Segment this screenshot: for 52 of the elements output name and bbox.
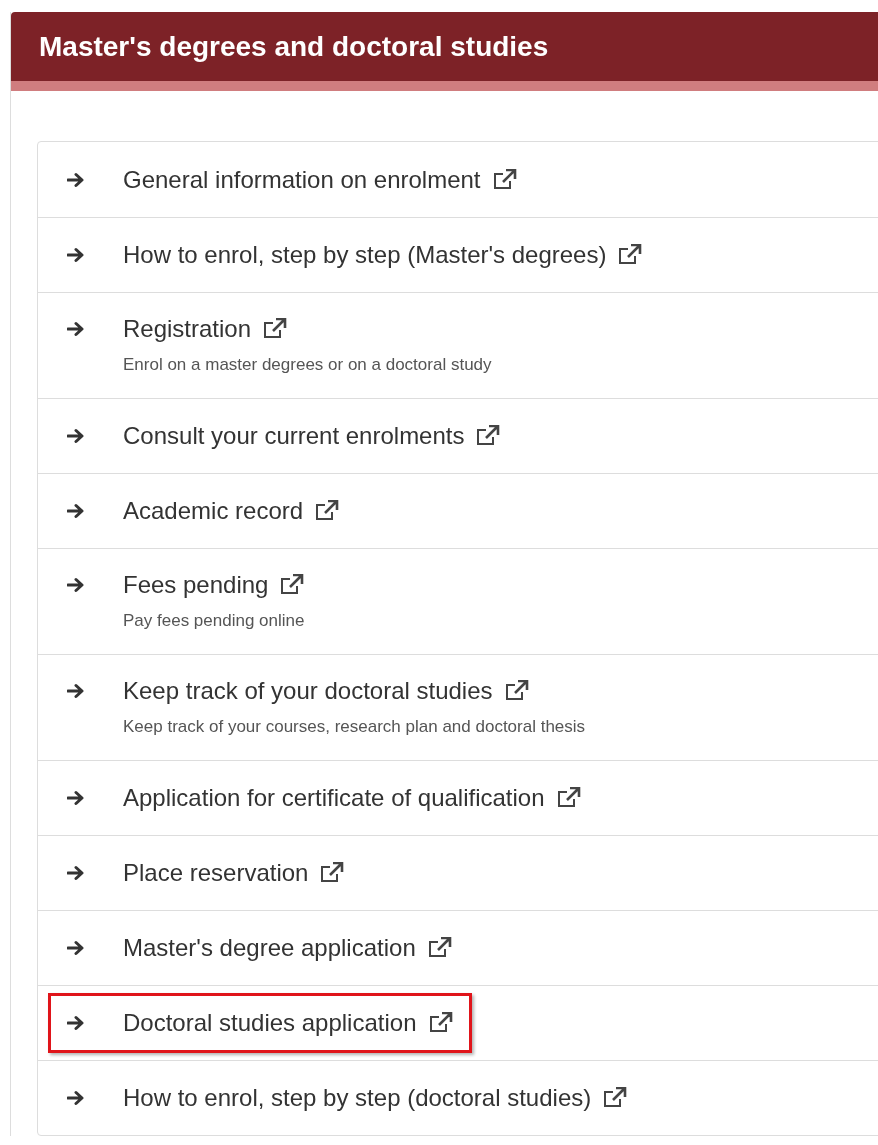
link-item[interactable]: Academic record [48,481,359,541]
arrow-right-icon [67,940,85,956]
external-link-icon [492,168,517,191]
arrow-right-icon [67,171,85,188]
external-link-icon [427,937,452,959]
link-label: Application for certificate of qualification [123,783,545,813]
link-label: Place reservation [123,858,309,888]
external-link-icon [428,1012,453,1034]
external-link-icon [263,317,288,340]
link-label: Keep track of your doctoral studies [123,675,493,706]
link-description: Enrol on a master degrees or on a doctoral study [123,353,492,376]
arrow-right-icon [67,1090,85,1106]
panel-title: Master's degrees and doctoral studies [39,29,549,64]
external-link-icon [556,787,581,809]
link-description: Keep track of your courses, research plan and doctoral thesis [123,715,586,738]
link-item[interactable]: Master's degree application [48,918,471,978]
external-link-icon [315,500,340,522]
arrow-right-icon [67,682,85,699]
link-label: Consult your current enrolments [123,421,465,451]
arrow-right-icon [67,428,85,444]
link-label: Academic record [123,496,304,526]
arrow-right-icon [67,576,85,593]
arrow-right-icon [67,503,85,519]
link-item[interactable]: General information on enrolment [48,149,536,210]
link-item[interactable]: Keep track of your doctoral studies Keep track of your courses, research plan and doctoral thesis [48,660,605,755]
link-item[interactable]: Doctoral studies application [48,993,472,1053]
link-label: How to enrol, step by step (doctoral studies) [123,1083,592,1113]
link-label: Master's degree application [123,933,416,963]
external-link-icon [603,1087,628,1109]
link-item[interactable]: Place reservation [48,843,364,903]
link-item[interactable]: Consult your current enrolments [48,406,520,466]
link-item[interactable]: Application for certificate of qualification [48,768,600,828]
external-link-icon [320,862,345,884]
external-link-icon [618,244,643,266]
link-label: General information on enrolment [123,164,481,195]
link-item[interactable]: Fees pending Pay fees pending online [48,554,324,649]
external-link-icon [280,573,305,596]
link-item[interactable]: How to enrol, step by step (doctoral studies) [48,1068,647,1128]
external-link-icon [476,425,501,447]
link-item[interactable]: Registration Enrol on a master degrees or on a doctoral study [48,298,511,393]
arrow-right-icon [67,790,85,806]
link-item[interactable]: How to enrol, step by step (Master's degrees) [48,225,662,285]
external-link-icon [504,679,529,702]
link-label: Registration [123,313,252,344]
link-description: Pay fees pending online [123,609,305,632]
link-label: Fees pending [123,569,269,600]
arrow-right-icon [67,320,85,337]
arrow-right-icon [67,1015,85,1031]
arrow-right-icon [67,865,85,881]
link-label: How to enrol, step by step (Master's degrees) [123,240,607,270]
arrow-right-icon [67,247,85,263]
link-label: Doctoral studies application [123,1008,417,1038]
